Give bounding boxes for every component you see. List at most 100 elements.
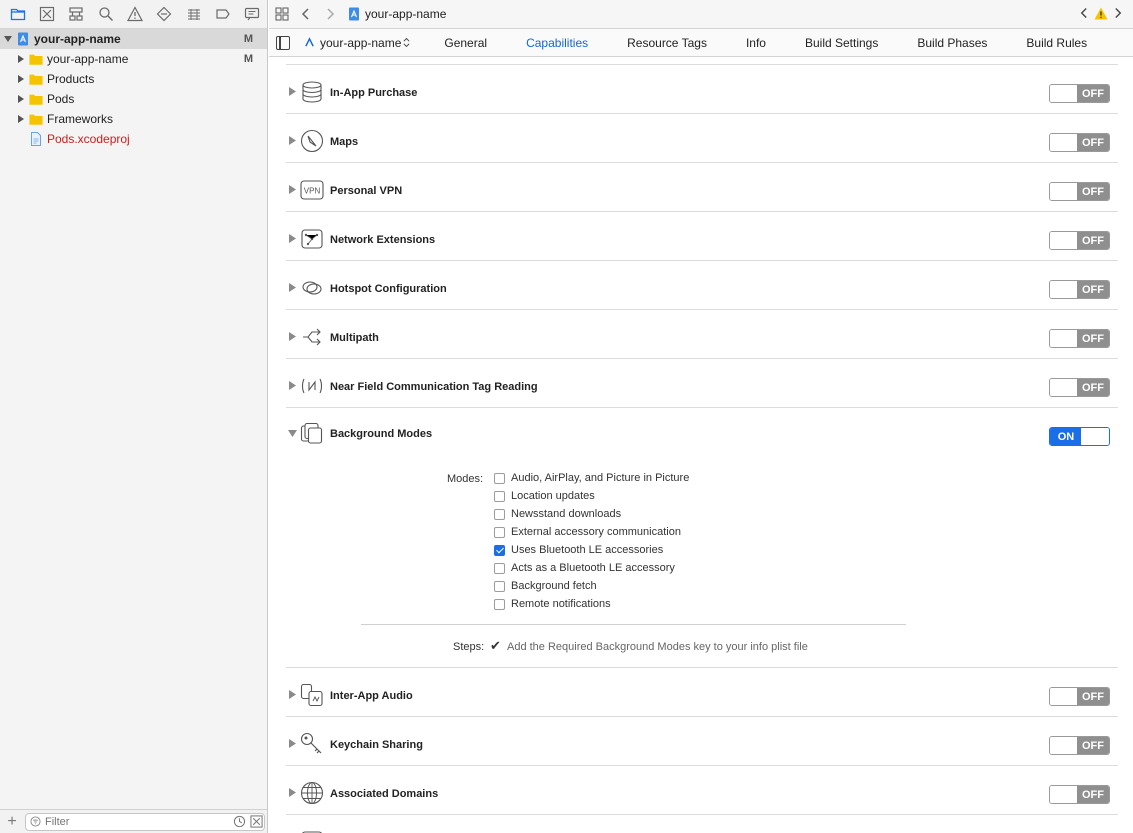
related-items-icon[interactable] [275,7,289,21]
checkbox[interactable] [494,526,505,538]
folder-icon[interactable] [3,0,32,29]
tree-row-folder[interactable]: Frameworks [0,109,267,129]
mode-remote-notifications[interactable]: Remote notifications [494,595,611,613]
target-name: your-app-name [320,35,402,50]
find-icon[interactable] [91,0,120,29]
back-icon[interactable] [299,7,313,21]
scm-filter-icon[interactable] [250,814,264,829]
checkbox[interactable] [494,508,505,520]
disclosure-collapsed-icon[interactable] [289,788,296,797]
tree-row-file[interactable]: Pods.xcodeproj [0,129,267,149]
tab-resource-tags[interactable]: Resource Tags [627,36,707,50]
capability-toggle[interactable]: ON [1049,427,1110,446]
scm-status-badge: M [243,53,253,65]
disclosure-collapsed-icon[interactable] [289,234,296,243]
mode-bluetooth-le-accessories[interactable]: Uses Bluetooth LE accessories [494,541,663,559]
checkbox[interactable] [494,598,505,610]
targets-list-toggle-icon[interactable] [276,35,290,50]
capability-nfc-tag-reading: Near Field Communication Tag Reading OFF [286,359,1118,408]
tab-build-phases[interactable]: Build Phases [917,36,987,50]
mode-location-updates[interactable]: Location updates [494,487,595,505]
checkbox-checked[interactable] [494,544,505,556]
vpn-icon: VPN [300,180,324,200]
disclosure-collapsed-icon[interactable] [289,690,296,699]
checkbox[interactable] [494,472,505,484]
tree-row-project[interactable]: your-app-name M [0,29,267,49]
jump-bar-title[interactable]: your-app-name [365,7,446,21]
mode-label: Acts as a Bluetooth LE accessory [511,562,675,574]
disclosure-collapsed-icon[interactable] [289,739,296,748]
mode-background-fetch[interactable]: Background fetch [494,577,597,595]
tab-info[interactable]: Info [746,36,766,50]
capability-toggle[interactable]: OFF [1049,133,1110,152]
debug-icon[interactable] [179,0,208,29]
disclosure-collapsed-icon[interactable] [289,283,296,292]
disclosure-collapsed-icon[interactable] [16,54,26,64]
disclosure-collapsed-icon[interactable] [16,114,26,124]
checkbox[interactable] [494,490,505,502]
capability-toggle[interactable]: OFF [1049,231,1110,250]
tree-row-folder[interactable]: Pods [0,89,267,109]
checkbox[interactable] [494,562,505,574]
capability-title: Hotspot Configuration [330,283,447,295]
source-control-icon[interactable] [32,0,61,29]
capability-title: Multipath [330,332,379,344]
hierarchy-icon[interactable] [62,0,91,29]
breakpoint-icon[interactable] [208,0,237,29]
mode-newsstand-downloads[interactable]: Newsstand downloads [494,505,621,523]
tree-row-folder[interactable]: your-app-name M [0,49,267,69]
target-selector[interactable]: your-app-name [304,36,410,50]
disclosure-collapsed-icon[interactable] [16,74,26,84]
forward-icon[interactable] [323,7,337,21]
disclosure-expanded-icon[interactable] [288,430,297,437]
capability-toggle[interactable]: OFF [1049,378,1110,397]
capability-toggle[interactable]: OFF [1049,687,1110,706]
capability-toggle[interactable]: OFF [1049,84,1110,103]
tab-general[interactable]: General [444,36,487,50]
tab-build-rules[interactable]: Build Rules [1026,36,1087,50]
disclosure-collapsed-icon[interactable] [289,87,296,96]
disclosure-collapsed-icon[interactable] [289,136,296,145]
mode-audio-airplay-pip[interactable]: Audio, AirPlay, and Picture in Picture [494,469,689,487]
capability-toggle[interactable]: OFF [1049,280,1110,299]
capability-hotspot-configuration: Hotspot Configuration OFF [286,261,1118,310]
mode-external-accessory[interactable]: External accessory communication [494,523,681,541]
disclosure-collapsed-icon[interactable] [289,332,296,341]
filter-icon [30,816,41,827]
capability-maps: Maps OFF [286,114,1118,163]
jump-bar: your-app-name [269,0,1133,29]
capability-toggle[interactable]: OFF [1049,785,1110,804]
toggle-state: OFF [1077,134,1109,151]
toggle-state: OFF [1077,786,1109,803]
disclosure-collapsed-icon[interactable] [289,185,296,194]
capability-toggle[interactable]: OFF [1049,736,1110,755]
disclosure-collapsed-icon[interactable] [289,381,296,390]
add-icon[interactable]: + [2,813,22,831]
tab-capabilities[interactable]: Capabilities [526,36,588,50]
capability-title: Near Field Communication Tag Reading [330,381,538,393]
tab-build-settings[interactable]: Build Settings [805,36,878,50]
folder-icon [29,52,43,66]
tree-row-folder[interactable]: Products [0,69,267,89]
test-icon[interactable] [150,0,179,29]
previous-issue-icon[interactable] [1079,6,1088,20]
tree-label: Frameworks [47,112,114,126]
mode-label: Location updates [511,490,595,502]
filter-field[interactable] [25,812,265,831]
capability-toggle[interactable]: OFF [1049,182,1110,201]
capability-next: OFF [286,815,1118,833]
project-navigator: your-app-name M your-app-name M Products… [0,0,268,833]
warning-icon[interactable] [120,0,149,29]
mode-label: Background fetch [511,580,597,592]
warning-icon[interactable] [1094,7,1108,20]
report-icon[interactable] [238,0,267,29]
coins-icon [302,81,322,103]
disclosure-collapsed-icon[interactable] [16,94,26,104]
capability-toggle[interactable]: OFF [1049,329,1110,348]
mode-bluetooth-le-accessory[interactable]: Acts as a Bluetooth LE accessory [494,559,675,577]
disclosure-expanded-icon[interactable] [3,34,13,44]
next-issue-icon[interactable] [1114,6,1123,20]
checkbox[interactable] [494,580,505,592]
recent-files-icon[interactable] [233,815,247,829]
filter-input[interactable] [45,815,214,828]
